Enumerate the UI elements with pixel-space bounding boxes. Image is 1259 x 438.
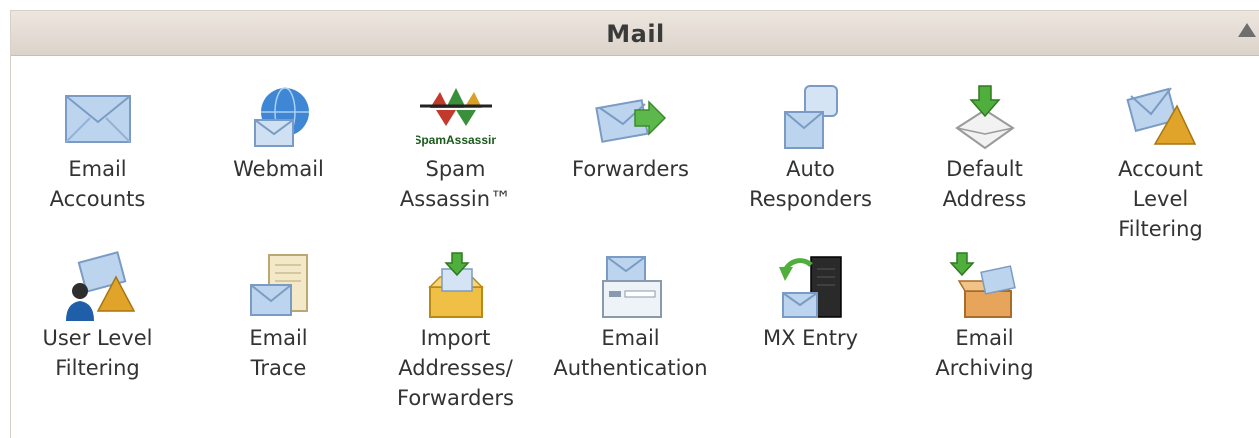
globe-envelope-icon xyxy=(253,87,309,147)
archive-box-icon xyxy=(948,252,1016,318)
email-trace-link[interactable]: Email Trace xyxy=(196,251,361,383)
user-filter-icon xyxy=(65,251,135,321)
panel-title: Mail xyxy=(606,20,665,48)
item-label: Default Address xyxy=(942,157,1027,211)
import-box-icon xyxy=(427,252,484,318)
svg-text:SpamAssassin: SpamAssassin xyxy=(416,133,496,147)
import-addresses-link[interactable]: Import Addresses/ Forwarders xyxy=(373,251,538,413)
funnel-envelope-icon xyxy=(1125,87,1196,145)
forward-envelope-icon xyxy=(594,99,666,143)
item-label: Auto Responders xyxy=(749,157,872,211)
panel-header[interactable]: Mail xyxy=(11,11,1259,56)
forwarders-link[interactable]: Forwarders xyxy=(548,82,713,184)
item-label: Account Level Filtering xyxy=(1118,157,1203,241)
auto-responder-icon xyxy=(783,85,838,149)
item-label: User Level Filtering xyxy=(42,326,153,380)
email-accounts-link[interactable]: Email Accounts xyxy=(15,82,180,214)
item-label: Forwarders xyxy=(572,157,689,181)
item-label: Webmail xyxy=(233,157,324,181)
item-label: Import Addresses/ Forwarders xyxy=(397,326,514,410)
trace-icon xyxy=(249,254,308,316)
item-label: Spam Assassin™ xyxy=(399,157,512,211)
item-label: MX Entry xyxy=(762,326,859,350)
item-label: Email Trace xyxy=(249,326,308,380)
spamassassin-logo-icon: SpamAssassin xyxy=(416,88,496,147)
spam-assassin-link[interactable]: SpamAssassin Spam Assassin™ xyxy=(373,82,538,214)
collapse-arrow-icon[interactable] xyxy=(1238,23,1256,37)
auto-responders-link[interactable]: Auto Responders xyxy=(728,82,893,214)
item-label: Email Authentication xyxy=(553,326,708,380)
email-archiving-link[interactable]: Email Archiving xyxy=(902,251,1067,383)
default-address-link[interactable]: Default Address xyxy=(902,82,1067,214)
envelope-icon xyxy=(64,95,131,143)
account-level-filtering-link[interactable]: Account Level Filtering xyxy=(1078,82,1243,244)
authentication-icon xyxy=(601,256,662,318)
item-label: Email Accounts xyxy=(49,157,146,211)
mx-server-icon xyxy=(778,256,842,318)
item-label: Email Archiving xyxy=(935,326,1034,380)
webmail-link[interactable]: Webmail xyxy=(196,82,361,184)
user-level-filtering-link[interactable]: User Level Filtering xyxy=(15,251,180,383)
mx-entry-link[interactable]: MX Entry xyxy=(728,251,893,353)
email-authentication-link[interactable]: Email Authentication xyxy=(548,251,713,383)
default-address-icon xyxy=(954,85,1015,150)
